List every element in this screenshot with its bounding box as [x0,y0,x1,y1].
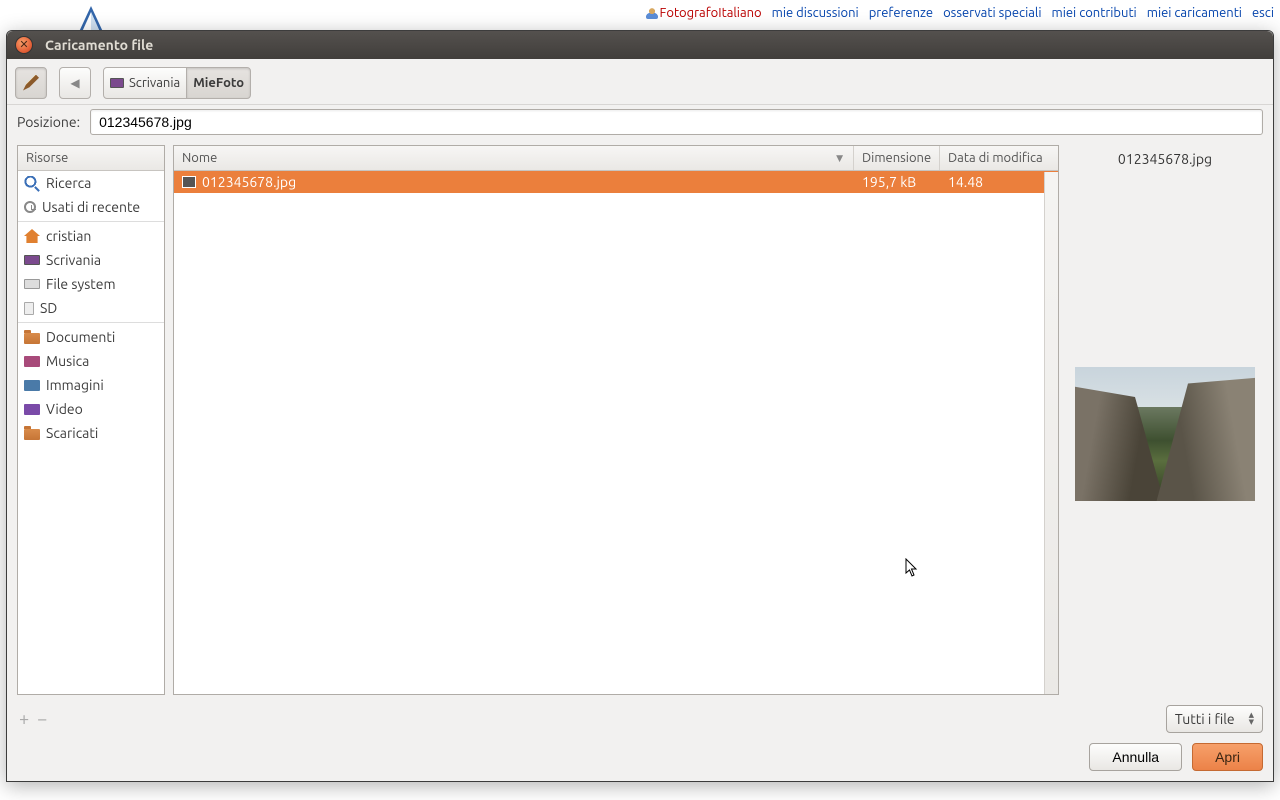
pencil-icon [23,75,39,91]
video-icon [24,404,40,415]
sidebar-item-immagini[interactable]: Immagini [18,373,164,397]
sidebar-item-label: Scaricati [46,425,98,441]
breadcrumb: Scrivania MieFoto [103,67,251,99]
file-columns-header: Nome▼ Dimensione Data di modifica [174,146,1058,171]
preview-thumbnail [1075,367,1255,501]
add-bookmark-button[interactable]: + [19,709,29,729]
column-date[interactable]: Data di modifica [940,146,1058,170]
open-button[interactable]: Apri [1192,743,1263,771]
breadcrumb-parent[interactable]: Scrivania [103,67,187,99]
location-label: Posizione: [17,114,80,130]
sidebar-item-documenti[interactable]: Documenti [18,325,164,349]
bookmark-controls: + − [17,709,47,729]
sidebar-item-label: File system [46,276,116,292]
file-upload-dialog: ✕ Caricamento file ◀ Scrivania MieFoto P… [6,30,1274,782]
action-buttons: Annulla Apri [7,739,1273,781]
back-button[interactable]: ◀ [59,67,91,99]
sidebar-item-sd[interactable]: SD [18,296,164,320]
browser-topbar: FotografoItaliano mie discussioni prefer… [0,0,1280,30]
file-filter-select[interactable]: Tutti i file ▲▼ [1166,705,1263,733]
logout-link[interactable]: esci [1252,6,1274,20]
prefs-link[interactable]: preferenze [869,6,933,20]
column-size[interactable]: Dimensione [854,146,940,170]
uploads-link[interactable]: miei caricamenti [1147,6,1242,20]
sidebar-item-label: Ricerca [46,175,91,191]
cancel-button[interactable]: Annulla [1089,743,1182,771]
sidebar-item-label: Usati di recente [42,199,140,215]
sidebar-item-scrivania[interactable]: Scrivania [18,248,164,272]
file-name: 012345678.jpg [202,174,296,190]
contribs-link[interactable]: miei contributi [1052,6,1137,20]
file-size: 195,7 kB [854,171,940,193]
file-row[interactable]: 012345678.jpg 195,7 kB14.48 [174,171,1058,193]
drive-icon [24,279,40,289]
sidebar-header: Risorse [18,146,164,171]
sidebar-item-label: Scrivania [46,252,101,268]
sidebar-item-video[interactable]: Video [18,397,164,421]
recent-icon [24,201,36,213]
sidebar-item-label: SD [40,300,57,316]
file-list-pane: Nome▼ Dimensione Data di modifica 012345… [173,145,1059,695]
sidebar-item-file-system[interactable]: File system [18,272,164,296]
titlebar[interactable]: ✕ Caricamento file [7,31,1273,59]
scrollbar[interactable] [1044,172,1058,694]
folder-icon [24,333,40,344]
preview-filename: 012345678.jpg [1118,151,1212,167]
img-icon [24,380,40,391]
chevron-left-icon: ◀ [70,76,79,90]
preview-pane: 012345678.jpg [1067,145,1263,695]
window-title: Caricamento file [45,37,153,53]
main-area: Risorse Ricerca Usati di recente cristian S… [7,145,1273,699]
sidebar-item-label: Immagini [46,377,104,393]
search-icon [24,176,40,190]
sidebar-item-label: Musica [46,353,89,369]
sidebar-item-usati-di-recente[interactable]: Usati di recente [18,195,164,219]
remove-bookmark-button[interactable]: − [37,709,47,729]
edit-path-button[interactable] [15,67,47,99]
image-file-icon [182,176,196,188]
music-icon [24,356,40,367]
file-list[interactable]: 012345678.jpg 195,7 kB14.48 [174,171,1058,694]
sidebar-item-ricerca[interactable]: Ricerca [18,171,164,195]
toolbar: ◀ Scrivania MieFoto [7,59,1273,105]
breadcrumb-current[interactable]: MieFoto [186,67,251,99]
user-links: FotografoItaliano mie discussioni prefer… [646,6,1274,20]
folder-icon [24,429,40,440]
home-icon [24,229,40,243]
user-link[interactable]: FotografoItaliano [646,6,762,20]
updown-icon: ▲▼ [1249,712,1254,726]
column-name[interactable]: Nome▼ [174,146,854,170]
person-icon [646,7,658,19]
sidebar-list[interactable]: Ricerca Usati di recente cristian Scrivania… [18,171,164,694]
desktop-icon [110,78,124,88]
watchlist-link[interactable]: osservati speciali [943,6,1041,20]
close-button[interactable]: ✕ [15,36,33,54]
sidebar-item-scaricati[interactable]: Scaricati [18,421,164,445]
sd-icon [24,302,34,315]
sort-desc-icon: ▼ [836,153,843,164]
sidebar-item-label: Video [46,401,83,417]
location-input[interactable] [90,109,1263,135]
sidebar-item-label: cristian [46,228,91,244]
sidebar-item-musica[interactable]: Musica [18,349,164,373]
bottom-controls: + − Tutti i file ▲▼ [7,699,1273,739]
places-sidebar: Risorse Ricerca Usati di recente cristian S… [17,145,165,695]
talk-link[interactable]: mie discussioni [772,6,859,20]
location-row: Posizione: [7,105,1273,145]
desk-icon [24,255,40,265]
sidebar-item-label: Documenti [46,329,115,345]
file-date: 14.48 [940,171,1058,193]
sidebar-item-cristian[interactable]: cristian [18,224,164,248]
